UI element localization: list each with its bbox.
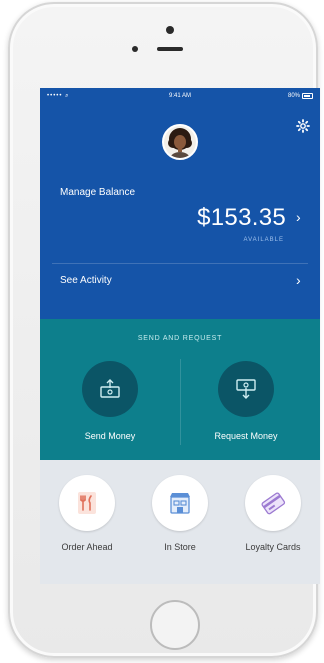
proximity-sensor xyxy=(132,46,138,52)
gear-icon[interactable] xyxy=(296,119,310,133)
status-time: 9:41 AM xyxy=(168,93,191,99)
loyalty-card-icon xyxy=(261,492,286,515)
request-money-icon xyxy=(236,379,256,399)
see-activity-row[interactable]: See Activity › xyxy=(40,264,320,300)
send-money-icon xyxy=(100,379,120,398)
divider xyxy=(180,359,181,445)
request-money-label[interactable]: Request Money xyxy=(191,431,301,441)
request-money-button[interactable] xyxy=(218,361,274,417)
earpiece-speaker xyxy=(157,47,183,51)
balance-amount[interactable]: $153.35 xyxy=(197,204,286,232)
chevron-right-icon[interactable]: › xyxy=(296,209,301,225)
app-screen: ••••• ⌕ 9:41 AM 80% Manage Balance $153.… xyxy=(40,88,320,584)
send-money-label[interactable]: Send Money xyxy=(55,431,165,441)
available-label: AVAILABLE xyxy=(243,237,284,243)
home-button[interactable] xyxy=(150,600,200,650)
shortcuts-panel: Order Ahead In Store Loyalty Cards xyxy=(40,460,320,584)
order-ahead-label[interactable]: Order Ahead xyxy=(47,541,127,553)
loyalty-cards-button[interactable] xyxy=(245,475,301,531)
status-bar: ••••• ⌕ 9:41 AM 80% xyxy=(40,88,320,104)
manage-balance-label[interactable]: Manage Balance xyxy=(60,187,135,198)
profile-photo xyxy=(164,126,196,158)
send-request-header: SEND AND REQUEST xyxy=(137,335,223,342)
battery-percent: 80% xyxy=(287,93,300,99)
order-ahead-button[interactable] xyxy=(59,475,115,531)
send-request-panel: SEND AND REQUEST Send Money Request Mone… xyxy=(40,319,320,460)
in-store-label[interactable]: In Store xyxy=(140,541,220,553)
front-camera xyxy=(166,26,174,34)
send-money-button[interactable] xyxy=(82,361,138,417)
storefront-icon xyxy=(170,493,190,514)
balance-panel: ••••• ⌕ 9:41 AM 80% Manage Balance $153.… xyxy=(40,88,320,319)
see-activity-label: See Activity xyxy=(60,275,112,286)
fork-knife-icon xyxy=(78,492,96,514)
loyalty-cards-label[interactable]: Loyalty Cards xyxy=(233,541,313,553)
chevron-right-icon: › xyxy=(296,272,301,288)
battery-icon xyxy=(302,93,313,99)
avatar[interactable] xyxy=(162,124,198,160)
phone-frame: ••••• ⌕ 9:41 AM 80% Manage Balance $153.… xyxy=(8,2,320,658)
in-store-button[interactable] xyxy=(152,475,208,531)
